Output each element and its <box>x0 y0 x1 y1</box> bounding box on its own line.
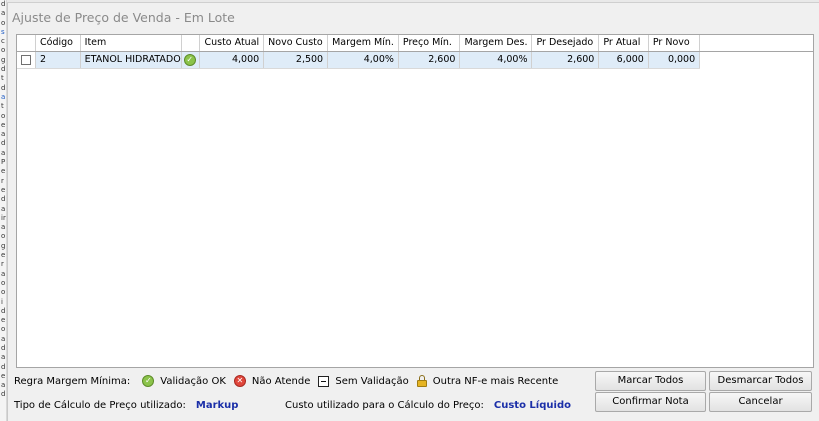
cancelar-button[interactable]: Cancelar <box>709 392 812 412</box>
confirmar-nota-button[interactable]: Confirmar Nota <box>595 392 706 412</box>
legend-label: Regra Margem Mínima: <box>14 375 131 387</box>
col-header-novo-custo[interactable]: Novo Custo <box>263 35 329 52</box>
col-header-pr-novo[interactable]: Pr Novo <box>648 35 701 52</box>
cell-codigo[interactable]: 2 <box>35 51 81 69</box>
tipo-calculo-value: Markup <box>195 399 239 411</box>
lock-icon <box>416 375 427 387</box>
price-table: Código Item Custo Atual Novo Custo Marge… <box>17 35 813 69</box>
col-header-pr-desejado[interactable]: Pr Desejado <box>531 35 600 52</box>
col-header-select[interactable] <box>17 35 36 52</box>
custo-utilizado-label: Custo utilizado para o Cálculo do Preço: <box>285 399 484 411</box>
ajuste-preco-window: Ajuste de Preço de Venda - Em Lote Códig… <box>7 3 819 421</box>
grid-header-row: Código Item Custo Atual Novo Custo Marge… <box>17 35 813 52</box>
cell-custo-atual[interactable]: 4,000 <box>199 51 265 69</box>
table-row[interactable]: 2 ETANOL HIDRATADO ✓ 4,000 2,500 4,00% 2… <box>17 51 813 69</box>
cell-margem-des[interactable]: 4,00% <box>459 51 533 69</box>
legend-nao-atende: Não Atende <box>251 375 311 387</box>
cell-pr-atual[interactable]: 6,000 <box>598 51 649 69</box>
col-header-pr-atual[interactable]: Pr Atual <box>598 35 649 52</box>
cell-preco-min[interactable]: 2,600 <box>398 51 461 69</box>
legend-margem-minima: Regra Margem Mínima: ✓ Validação OK ✕ Nã… <box>14 374 566 388</box>
window-title: Ajuste de Preço de Venda - Em Lote <box>12 10 235 25</box>
background-window-edge: d a o s c o g d t d a t o e a d a Pe r e d a ir a o g e r a o o i d e o a d a… <box>0 0 7 421</box>
legend-outra-nfe: Outra NF-e mais Recente <box>432 375 559 387</box>
check-circle-icon: ✓ <box>142 375 155 387</box>
check-circle-icon: ✓ <box>183 53 196 66</box>
legend-validacao-ok: Validação OK <box>160 375 226 387</box>
col-header-item[interactable]: Item <box>80 35 182 52</box>
cell-status: ✓ <box>181 51 201 69</box>
col-header-codigo[interactable]: Código <box>35 35 81 52</box>
legend-sem-validacao: Sem Validação <box>335 375 409 387</box>
cell-novo-custo[interactable]: 2,500 <box>263 51 329 69</box>
cell-pr-novo[interactable]: 0,000 <box>648 51 701 69</box>
row-checkbox-cell[interactable] <box>17 51 36 69</box>
custo-utilizado-value: Custo Líquido <box>493 399 571 411</box>
col-header-margem-min[interactable]: Margem Mín. <box>327 35 399 52</box>
tipo-calculo: Tipo de Cálculo de Preço utilizado: Mark… <box>14 398 238 412</box>
marcar-todos-button[interactable]: Marcar Todos <box>595 371 706 391</box>
cell-margem-min[interactable]: 4,00% <box>327 51 399 69</box>
col-header-preco-min[interactable]: Preço Mín. <box>398 35 461 52</box>
col-header-filler <box>699 35 813 52</box>
minus-square-icon <box>318 375 330 387</box>
custo-utilizado: Custo utilizado para o Cálculo do Preço:… <box>285 398 571 412</box>
tipo-calculo-label: Tipo de Cálculo de Preço utilizado: <box>14 399 186 411</box>
cell-filler <box>699 51 813 68</box>
price-grid[interactable]: Código Item Custo Atual Novo Custo Marge… <box>16 34 814 368</box>
x-circle-icon: ✕ <box>233 375 246 387</box>
col-header-margem-des[interactable]: Margem Des. <box>459 35 533 52</box>
col-header-custo-atual[interactable]: Custo Atual <box>199 35 265 52</box>
cell-pr-desejado[interactable]: 2,600 <box>531 51 600 69</box>
row-checkbox[interactable] <box>21 54 31 65</box>
col-header-status[interactable] <box>181 35 201 52</box>
desmarcar-todos-button[interactable]: Desmarcar Todos <box>709 371 812 391</box>
cell-item[interactable]: ETANOL HIDRATADO <box>80 51 182 69</box>
